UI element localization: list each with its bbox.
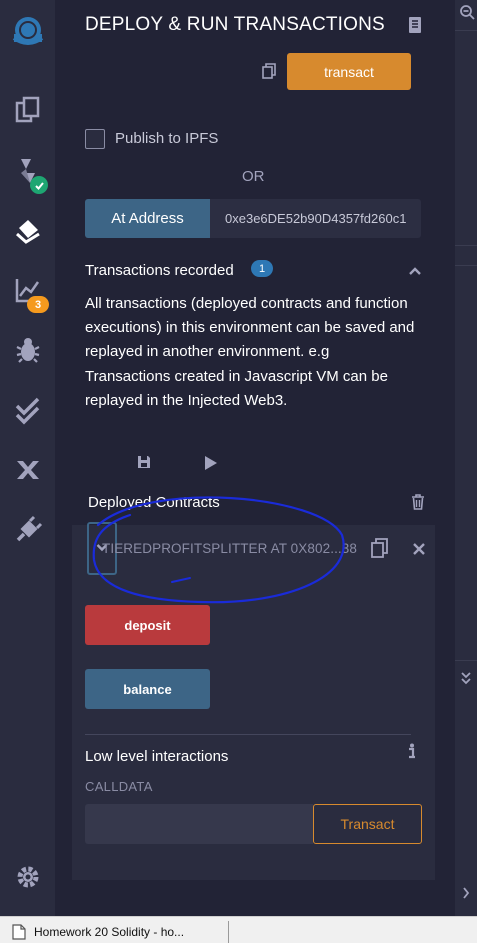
remix-logo-icon[interactable] (8, 12, 48, 52)
compile-success-badge (30, 176, 48, 194)
icon-bar: 3 (0, 0, 55, 916)
divider (455, 245, 477, 246)
zoom-out-icon[interactable] (459, 4, 475, 25)
plugin-manager-icon[interactable] (8, 510, 48, 550)
editor-edge-strip (455, 0, 477, 916)
settings-icon[interactable] (8, 857, 48, 897)
info-icon[interactable] (408, 743, 416, 764)
deploy-run-panel: DEPLOY & RUN TRANSACTIONS transact Publi… (55, 0, 455, 916)
divider (228, 921, 229, 943)
transactions-recorded-title[interactable]: Transactions recorded (85, 262, 234, 279)
deposit-button[interactable]: deposit (85, 605, 210, 645)
at-address-button[interactable]: At Address (85, 199, 210, 238)
divider (455, 30, 477, 31)
file-explorer-icon[interactable] (8, 90, 48, 130)
trash-icon[interactable] (411, 494, 425, 515)
transactions-description: All transactions (deployed contracts and… (85, 295, 415, 409)
chevron-up-icon[interactable] (408, 263, 422, 281)
deploy-run-icon[interactable] (8, 211, 48, 251)
documentation-icon[interactable] (407, 16, 423, 39)
at-address-input[interactable]: 0xe3e6DE52b90D4357fd260c1 (210, 199, 421, 238)
taskbar: Homework 20 Solidity - ho... (0, 916, 477, 943)
transactions-count-badge: 1 (251, 260, 273, 277)
calldata-input[interactable] (85, 804, 313, 844)
publish-ipfs-label: Publish to IPFS (115, 130, 219, 147)
divider (455, 265, 477, 266)
debugger-icon[interactable] (8, 330, 48, 370)
transact-button[interactable]: transact (287, 53, 411, 90)
calldata-label: CALLDATA (85, 779, 153, 794)
divider (85, 734, 411, 735)
deployed-contracts-title: Deployed Contracts (88, 494, 220, 511)
low-level-interactions-title: Low level interactions (85, 748, 229, 765)
low-level-transact-button[interactable]: Transact (313, 804, 422, 844)
plugin-icon[interactable] (8, 450, 48, 490)
taskbar-item-label: Homework 20 Solidity - ho... (34, 925, 185, 939)
panel-title: DEPLOY & RUN TRANSACTIONS (85, 14, 385, 35)
document-icon (12, 924, 26, 940)
play-icon[interactable] (204, 455, 218, 476)
close-icon[interactable] (413, 542, 425, 560)
copy-address-icon[interactable] (371, 538, 389, 563)
taskbar-item[interactable]: Homework 20 Solidity - ho... (12, 921, 242, 943)
copy-icon[interactable] (262, 63, 276, 84)
double-chevron-down-icon[interactable] (460, 670, 472, 691)
unit-test-icon[interactable] (8, 390, 48, 430)
chevron-right-icon[interactable] (462, 886, 470, 904)
contract-name[interactable]: TIEREDPROFITSPLITTER AT 0X802...38 (102, 541, 357, 556)
balance-button[interactable]: balance (85, 669, 210, 709)
save-icon[interactable] (137, 455, 151, 474)
or-separator: OR (242, 168, 265, 185)
publish-ipfs-checkbox[interactable] (85, 129, 105, 149)
deployed-contract-instance: TIEREDPROFITSPLITTER AT 0X802...38 depos… (72, 522, 435, 880)
divider (455, 660, 477, 661)
analysis-badge: 3 (27, 296, 49, 313)
